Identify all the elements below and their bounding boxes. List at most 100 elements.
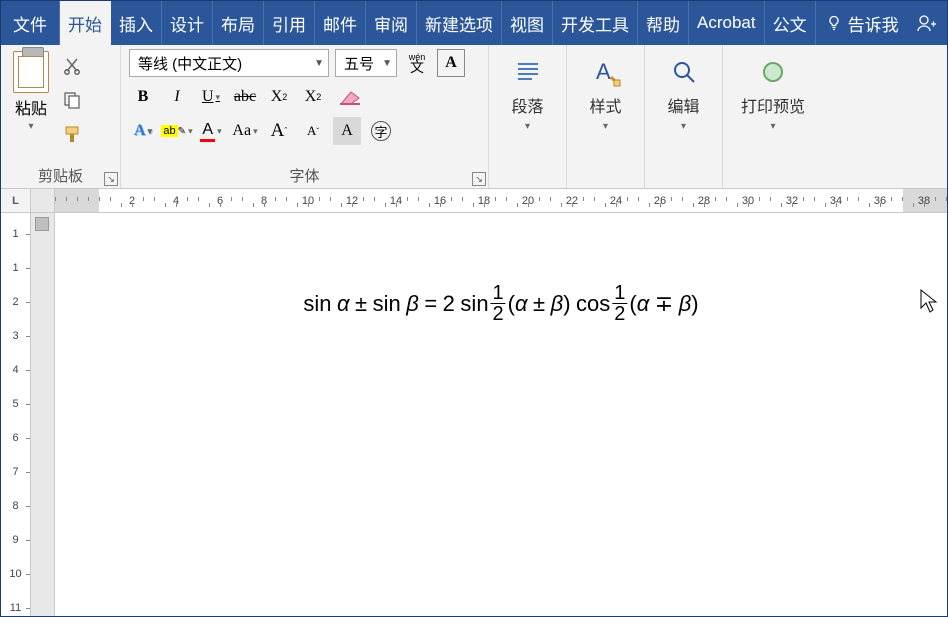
eq-beta-3: β bbox=[679, 291, 692, 317]
chevron-down-icon: ▾ bbox=[681, 121, 686, 132]
ribbon: 粘贴 ▾ 剪贴板 ↘ 等线 (中文正文)▼ bbox=[1, 45, 947, 189]
tab-layout[interactable]: 布局 bbox=[213, 1, 264, 45]
eq-beta-2: β bbox=[551, 291, 564, 317]
copy-button[interactable] bbox=[59, 87, 85, 113]
ruler-number: 18 bbox=[473, 195, 495, 207]
tab-mailings[interactable]: 邮件 bbox=[315, 1, 366, 45]
clipboard-launcher-icon[interactable]: ↘ bbox=[104, 172, 118, 186]
vruler-number: 2 bbox=[1, 285, 30, 319]
tab-file[interactable]: 文件 bbox=[1, 1, 60, 45]
font-size-combo[interactable]: 五号▼ bbox=[335, 49, 397, 77]
ruler-number: 16 bbox=[429, 195, 451, 207]
font-size-value: 五号 bbox=[344, 53, 374, 74]
group-print-preview: 打印预览 ▾ bbox=[723, 45, 823, 188]
print-preview-label: 打印预览 bbox=[741, 93, 805, 117]
highlight-button[interactable]: ab✎ bbox=[163, 117, 191, 145]
vruler-number: 5 bbox=[1, 387, 30, 421]
chevron-down-icon: ▼ bbox=[376, 58, 392, 69]
horizontal-ruler-row: L 246810121416182022242628303234363840 bbox=[1, 189, 947, 213]
text-effects-button[interactable]: A bbox=[129, 117, 157, 145]
grow-font-button[interactable]: Aˆ bbox=[265, 117, 293, 145]
font-launcher-icon[interactable]: ↘ bbox=[472, 172, 486, 186]
eq-beta-1: β bbox=[406, 291, 419, 317]
cut-button[interactable] bbox=[59, 53, 85, 79]
word-window: 文件 开始 插入 设计 布局 引用 邮件 审阅 新建选项 视图 开发工具 帮助 … bbox=[0, 0, 948, 617]
character-border-button[interactable]: A bbox=[437, 49, 465, 77]
eq-alpha-1: α bbox=[337, 291, 350, 317]
italic-button[interactable]: I bbox=[163, 83, 191, 111]
vruler-number: 10 bbox=[1, 557, 30, 591]
selection-gutter bbox=[31, 213, 55, 616]
svg-text:A: A bbox=[596, 59, 611, 84]
tab-acrobat[interactable]: Acrobat bbox=[689, 1, 765, 45]
group-paragraph: 段落 ▾ bbox=[489, 45, 567, 188]
vruler-number: 1 bbox=[1, 251, 30, 285]
styles-label: 样式 bbox=[589, 93, 621, 117]
group-editing: 编辑 ▾ bbox=[645, 45, 723, 188]
vruler-number: 6 bbox=[1, 421, 30, 455]
font-name-combo[interactable]: 等线 (中文正文)▼ bbox=[129, 49, 329, 77]
find-icon bbox=[667, 55, 701, 89]
vruler-number: 1 bbox=[1, 217, 30, 251]
ruler-number: 20 bbox=[517, 195, 539, 207]
chevron-down-icon: ▼ bbox=[308, 58, 324, 69]
ruby-bottom: 文 bbox=[410, 61, 424, 74]
eq-sin-2: sin bbox=[373, 291, 401, 317]
document-area: 11234567891011 sin α ± sin β = 2 sin 1 2 bbox=[1, 213, 947, 616]
font-group-label: 字体 bbox=[129, 163, 480, 186]
vertical-ruler[interactable]: 11234567891011 bbox=[1, 213, 31, 616]
paragraph-button[interactable]: 段落 ▾ bbox=[496, 49, 560, 132]
eq-frac-1: 1 2 bbox=[491, 283, 506, 324]
paste-button[interactable]: 粘贴 ▾ bbox=[9, 49, 53, 134]
share-button[interactable] bbox=[909, 1, 943, 45]
editing-button[interactable]: 编辑 ▾ bbox=[652, 49, 716, 132]
bold-button[interactable]: B bbox=[129, 83, 157, 111]
ruler-number: 26 bbox=[649, 195, 671, 207]
horizontal-ruler[interactable]: 246810121416182022242628303234363840 bbox=[55, 189, 947, 212]
paste-dropdown-icon[interactable]: ▾ bbox=[28, 121, 33, 132]
eq-frac2-den: 2 bbox=[612, 304, 627, 324]
tab-view[interactable]: 视图 bbox=[502, 1, 553, 45]
eq-lp-2: ( bbox=[629, 291, 636, 317]
lightbulb-icon bbox=[826, 15, 842, 31]
tell-me-search[interactable]: 告诉我 bbox=[816, 1, 909, 45]
eq-sin: sin bbox=[303, 291, 331, 317]
tab-home[interactable]: 开始 bbox=[60, 1, 111, 45]
format-painter-button[interactable] bbox=[59, 121, 85, 147]
vruler-number: 9 bbox=[1, 523, 30, 557]
font-color-button[interactable]: A bbox=[197, 117, 225, 145]
document-page[interactable]: sin α ± sin β = 2 sin 1 2 ( α ± β ) c bbox=[55, 213, 947, 616]
styles-button[interactable]: A 样式 ▾ bbox=[574, 49, 638, 132]
tab-gongwen[interactable]: 公文 bbox=[765, 1, 816, 45]
strikethrough-button[interactable]: abc bbox=[231, 83, 259, 111]
change-case-button[interactable]: Aa bbox=[231, 117, 259, 145]
eq-frac1-num: 1 bbox=[491, 283, 506, 303]
ruler-number: 4 bbox=[165, 195, 187, 207]
tab-review[interactable]: 审阅 bbox=[366, 1, 417, 45]
tab-insert[interactable]: 插入 bbox=[111, 1, 162, 45]
styles-icon: A bbox=[589, 55, 623, 89]
tab-design[interactable]: 设计 bbox=[162, 1, 213, 45]
ruler-number: 14 bbox=[385, 195, 407, 207]
chevron-down-icon: ▾ bbox=[770, 121, 775, 132]
shrink-font-button[interactable]: Aˇ bbox=[299, 117, 327, 145]
eq-pm-2: ± bbox=[533, 291, 545, 317]
chevron-down-icon: ▾ bbox=[525, 121, 530, 132]
tab-help[interactable]: 帮助 bbox=[638, 1, 689, 45]
enclose-characters-button[interactable]: 字 bbox=[367, 117, 395, 145]
tab-newtab[interactable]: 新建选项 bbox=[417, 1, 502, 45]
clear-formatting-button[interactable] bbox=[333, 83, 369, 111]
superscript-button[interactable]: X2 bbox=[299, 83, 327, 111]
equation-object[interactable]: sin α ± sin β = 2 sin 1 2 ( α ± β ) c bbox=[303, 283, 698, 324]
phonetic-guide-button[interactable]: wén 文 bbox=[403, 49, 431, 77]
character-shading-button[interactable]: A bbox=[333, 117, 361, 145]
subscript-button[interactable]: X2 bbox=[265, 83, 293, 111]
tab-developer[interactable]: 开发工具 bbox=[553, 1, 638, 45]
tab-references[interactable]: 引用 bbox=[264, 1, 315, 45]
ruler-corner-icon[interactable]: L bbox=[1, 189, 31, 212]
eq-mp: ∓ bbox=[655, 291, 673, 317]
eq-sin-3: sin bbox=[460, 291, 488, 317]
print-preview-button[interactable]: 打印预览 ▾ bbox=[731, 49, 815, 132]
ruler-number: 10 bbox=[297, 195, 319, 207]
underline-button[interactable]: U bbox=[197, 83, 225, 111]
